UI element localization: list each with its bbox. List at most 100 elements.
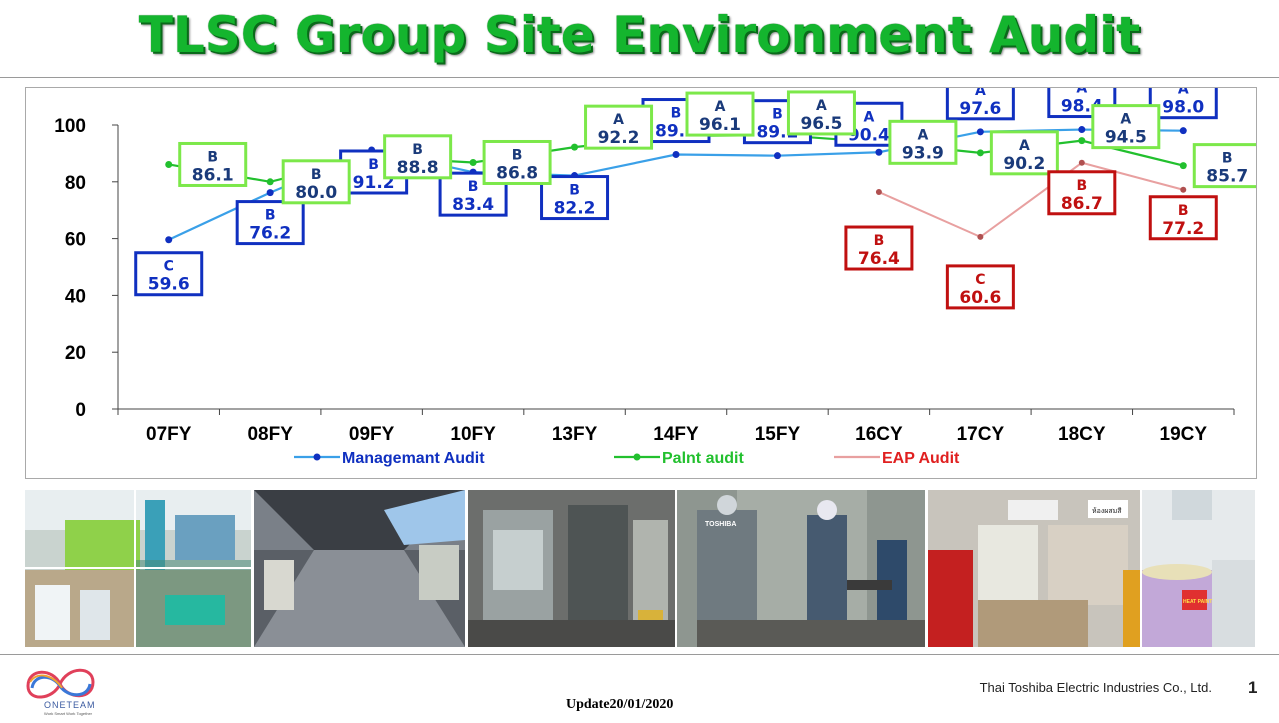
paint-value-label: 90.2 — [1003, 154, 1045, 174]
paint-value-label: 93.9 — [902, 143, 944, 163]
paint-grade-label: B — [512, 147, 523, 163]
paint-grade-label: A — [917, 127, 928, 143]
photo-mixing-room: ห้องผสมสี — [928, 490, 1140, 647]
paint-legend-label: Palnt audit — [662, 450, 744, 467]
title-divider — [0, 77, 1279, 78]
x-tick-label: 14FY — [653, 424, 699, 445]
page-title: TLSC Group Site Environment Audit — [138, 6, 1141, 64]
y-tick-label: 40 — [65, 286, 86, 307]
paint-grade-label: A — [715, 99, 726, 115]
paint-value-label: 86.1 — [192, 165, 234, 185]
management-point — [672, 151, 680, 159]
management-value-label: 98.0 — [1162, 98, 1204, 118]
photo-drum-label: HEAT PAINT — [1183, 599, 1212, 605]
page-number: 1 — [1248, 678, 1258, 697]
paint-point — [266, 178, 274, 186]
photo-spray-booth — [468, 490, 675, 647]
paint-grade-label: B — [412, 142, 423, 158]
paint-grade-label: B — [1222, 151, 1233, 167]
eap-grade-label: B — [874, 233, 885, 249]
paint-grade-label: A — [816, 98, 827, 114]
management-grade-label: B — [468, 179, 479, 195]
photo-spray-booth-image — [468, 490, 675, 647]
x-tick-label: 17CY — [957, 424, 1005, 445]
management-legend-marker — [313, 453, 321, 461]
x-tick-label: 07FY — [146, 424, 192, 445]
footer-divider — [0, 654, 1279, 655]
logo-text: ONETEAM — [44, 700, 96, 710]
photo-workers-inspection-image: TOSHIBA — [677, 490, 925, 647]
management-point — [1179, 127, 1187, 135]
audit-chart-svg: 0 20 40 60 80 100 07FY 08FY 09FY 10FY 13FY 14FY 15FY… — [54, 88, 1256, 467]
paint-legend-marker — [633, 453, 641, 461]
management-value-label: 76.2 — [249, 224, 291, 244]
management-grade-label: A — [1076, 88, 1087, 97]
management-grade-label: B — [569, 183, 580, 199]
eap-point — [1180, 186, 1187, 193]
photo-paint-drums: HEAT PAINT — [1142, 490, 1255, 647]
x-tick-label: 13FY — [552, 424, 598, 445]
y-tick-label: 0 — [75, 400, 86, 421]
x-tick-label: 15FY — [755, 424, 801, 445]
management-point — [165, 236, 173, 244]
x-tick-label: 10FY — [450, 424, 496, 445]
management-grade-label: B — [772, 107, 783, 123]
photo-workers-inspection: TOSHIBA — [677, 490, 925, 647]
x-tick-label: 18CY — [1058, 424, 1106, 445]
management-grade-label: A — [1178, 88, 1189, 98]
x-tick-label: 09FY — [349, 424, 395, 445]
paint-value-label: 96.5 — [800, 114, 842, 134]
audit-chart: 0 20 40 60 80 100 07FY 08FY 09FY 10FY 13FY 14FY 15FY… — [25, 87, 1257, 479]
eap-value-label: 77.2 — [1162, 219, 1204, 239]
photo-plant-equipment-image — [25, 490, 251, 647]
eap-point — [977, 233, 984, 240]
management-grade-label: B — [368, 157, 379, 173]
eap-point — [875, 189, 882, 196]
paint-grade-label: A — [1019, 138, 1030, 154]
management-point — [1078, 126, 1086, 134]
management-value-label: 59.6 — [148, 275, 190, 295]
management-value-label: 97.6 — [959, 99, 1001, 119]
paint-point — [469, 158, 477, 166]
eap-legend-label: EAP Audit — [882, 450, 960, 467]
paint-grade-label: B — [311, 167, 322, 183]
photo-plant-equipment — [25, 490, 251, 647]
paint-point — [976, 149, 984, 157]
management-grade-label: A — [975, 88, 986, 99]
paint-value-label: 96.1 — [699, 115, 741, 135]
logo-tagline: Work Smart Work Together — [44, 711, 93, 716]
y-tick-label: 20 — [65, 343, 86, 364]
eap-point — [1078, 159, 1085, 166]
management-grade-label: B — [671, 106, 682, 122]
management-value-label: 83.4 — [452, 195, 494, 215]
x-tick-label: 19CY — [1160, 424, 1208, 445]
paint-point — [571, 143, 579, 151]
management-point — [976, 128, 984, 136]
management-point — [773, 152, 781, 160]
photo-factory-corridor — [254, 490, 465, 647]
management-grade-label: C — [164, 259, 174, 275]
management-grade-label: B — [265, 208, 276, 224]
paint-value-label: 92.2 — [598, 128, 640, 148]
paint-value-label: 94.5 — [1105, 128, 1147, 148]
x-tick-label: 16CY — [855, 424, 903, 445]
management-point — [266, 189, 274, 197]
paint-value-label: 86.8 — [496, 163, 538, 183]
paint-value-label: 85.7 — [1206, 167, 1248, 187]
paint-value-label: 88.8 — [397, 158, 439, 178]
update-date: Update20/01/2020 — [566, 697, 674, 712]
eap-grade-label: B — [1178, 203, 1189, 219]
paint-point — [165, 160, 173, 168]
eap-grade-label: B — [1076, 178, 1087, 194]
management-legend-label: Managemant Audit — [342, 450, 485, 467]
photo-room-sign: ห้องผสมสี — [1092, 507, 1122, 515]
company-name: Thai Toshiba Electric Industries Co., Lt… — [979, 680, 1212, 695]
oneteam-logo-icon: ONETEAM Work Smart Work Together — [26, 668, 96, 716]
x-tick-label: 08FY — [247, 424, 293, 445]
eap-value-label: 76.4 — [858, 249, 900, 269]
paint-point — [1078, 137, 1086, 145]
eap-value-label: 60.6 — [959, 288, 1001, 308]
paint-point — [1179, 162, 1187, 170]
management-grade-label: A — [863, 109, 874, 125]
eap-value-label: 86.7 — [1061, 194, 1103, 214]
